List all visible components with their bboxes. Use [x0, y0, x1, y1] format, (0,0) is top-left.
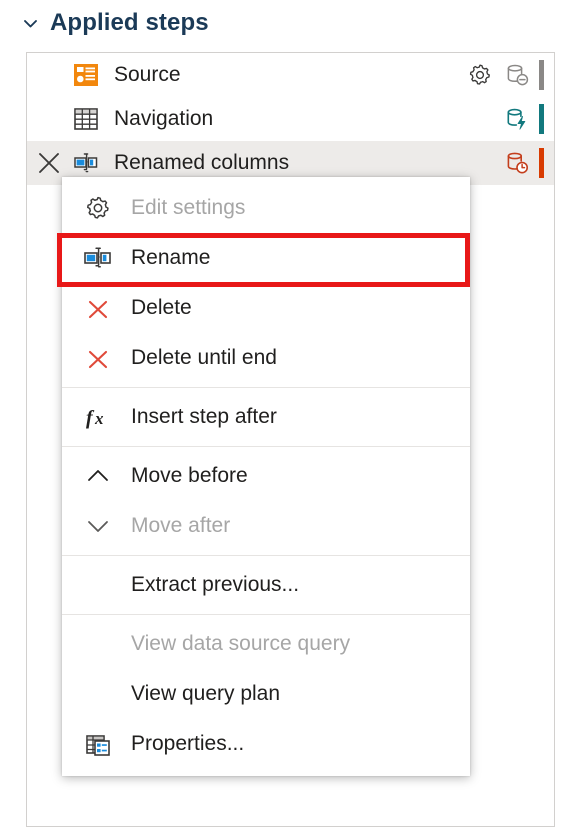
menu-item-label: Extract previous... — [131, 573, 300, 596]
svg-text:f: f — [86, 407, 95, 429]
menu-item-label: View query plan — [131, 682, 281, 705]
gear-icon[interactable] — [463, 58, 497, 92]
chevron-down-icon[interactable] — [22, 15, 39, 32]
menu-separator — [62, 446, 470, 447]
menu-item-insert-step-after[interactable]: f x Insert step after — [62, 392, 470, 442]
page-title: Applied steps — [50, 9, 209, 36]
gear-icon-slot — [463, 102, 497, 136]
step-label: Renamed columns — [114, 151, 290, 174]
menu-item-label: Rename — [131, 246, 211, 269]
database-disabled-icon[interactable] — [501, 59, 533, 91]
delete-x-icon — [74, 341, 122, 375]
rename-icon — [74, 241, 122, 275]
menu-icon-empty — [74, 627, 122, 661]
properties-table-icon — [74, 727, 122, 761]
step-accent-bar — [539, 104, 544, 134]
menu-icon-empty — [74, 568, 122, 602]
menu-item-label: Delete — [131, 296, 192, 319]
menu-item-delete[interactable]: Delete — [62, 283, 470, 333]
menu-separator — [62, 555, 470, 556]
step-row-navigation[interactable]: Navigation — [27, 97, 554, 141]
menu-item-view-data-source-query[interactable]: View data source query — [62, 619, 470, 669]
delete-step-button[interactable] — [27, 150, 71, 176]
database-pending-icon[interactable] — [501, 147, 533, 179]
step-accent-bar — [539, 60, 544, 90]
step-label: Navigation — [114, 107, 214, 130]
menu-separator — [62, 614, 470, 615]
menu-item-label: Move before — [131, 464, 248, 487]
menu-item-label: Move after — [131, 514, 231, 537]
rename-columns-icon — [71, 148, 101, 178]
gear-icon — [74, 191, 122, 225]
applied-steps-header[interactable]: Applied steps — [22, 6, 209, 40]
menu-item-delete-until-end[interactable]: Delete until end — [62, 333, 470, 383]
menu-item-view-query-plan[interactable]: View query plan — [62, 669, 470, 719]
menu-item-label: Insert step after — [131, 405, 277, 428]
step-row-source[interactable]: Source — [27, 53, 554, 97]
gear-icon-slot — [463, 146, 497, 180]
menu-item-label: Properties... — [131, 732, 245, 755]
menu-item-label: Edit settings — [131, 196, 246, 219]
chevron-up-icon — [74, 459, 122, 493]
menu-separator — [62, 387, 470, 388]
fx-function-icon: f x — [74, 400, 122, 434]
step-context-menu: Edit settings Rename Delete Delete until… — [57, 177, 470, 776]
svg-text:x: x — [94, 409, 104, 428]
database-folding-icon[interactable] — [501, 103, 533, 135]
menu-item-label: View data source query — [131, 632, 351, 655]
menu-item-label: Delete until end — [131, 346, 277, 369]
menu-item-edit-settings[interactable]: Edit settings — [62, 183, 470, 233]
step-accent-bar — [539, 148, 544, 178]
menu-item-extract-previous[interactable]: Extract previous... — [62, 560, 470, 610]
step-label: Source — [114, 63, 181, 86]
menu-item-move-before[interactable]: Move before — [62, 451, 470, 501]
close-x-icon[interactable] — [36, 150, 62, 176]
delete-x-icon — [74, 291, 122, 325]
menu-item-move-after[interactable]: Move after — [62, 501, 470, 551]
menu-icon-empty — [74, 677, 122, 711]
table-grid-icon — [71, 104, 101, 134]
chevron-down-icon — [74, 509, 122, 543]
source-orange-icon — [71, 60, 101, 90]
menu-item-properties[interactable]: Properties... — [62, 719, 470, 769]
menu-item-rename[interactable]: Rename — [62, 233, 470, 283]
